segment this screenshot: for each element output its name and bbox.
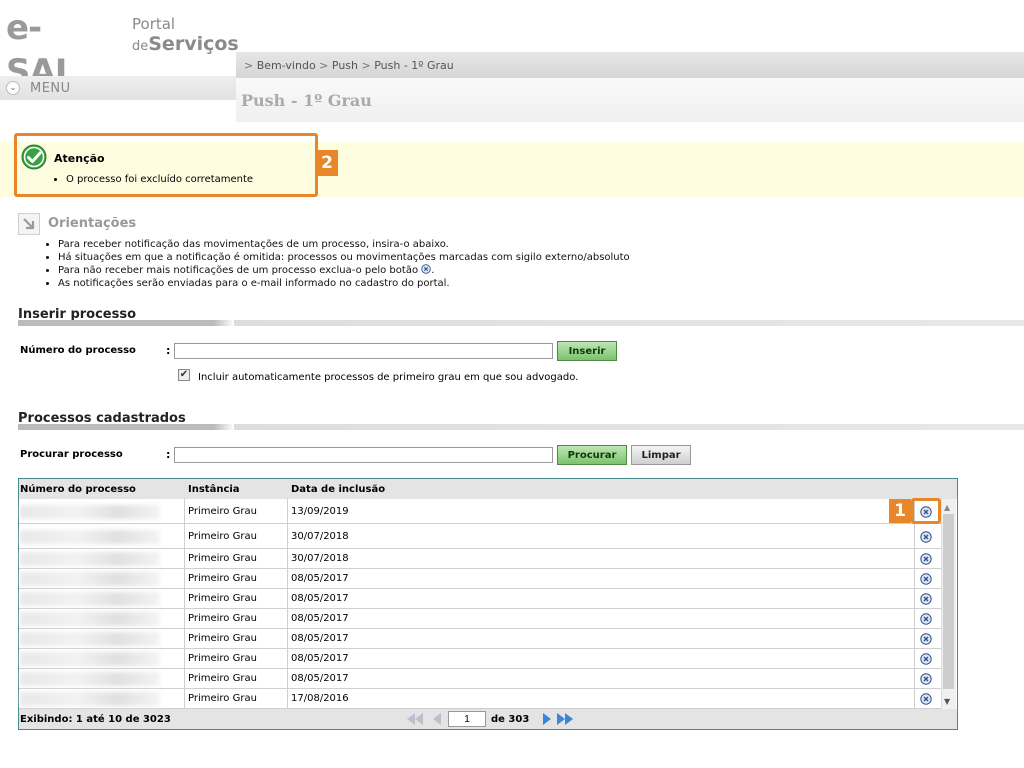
cell-instancia: Primeiro Grau <box>188 613 257 624</box>
orientacoes-item: As notificações serão enviadas para o e-… <box>58 277 630 290</box>
delete-x-icon[interactable] <box>920 653 932 665</box>
redacted-process-number[interactable] <box>20 572 160 586</box>
first-page-icon[interactable] <box>406 711 424 727</box>
callout-badge-2: 2 <box>316 150 338 176</box>
delete-x-icon[interactable] <box>920 673 932 685</box>
message-highlight-box <box>14 133 318 197</box>
message-title: Atenção <box>54 152 105 165</box>
cell-instancia: Primeiro Grau <box>188 505 257 517</box>
column-header-data[interactable]: Data de inclusão <box>291 484 385 495</box>
scroll-down-arrow-icon[interactable]: ▼ <box>944 697 950 706</box>
page-number-input[interactable] <box>448 711 486 727</box>
redacted-process-number[interactable] <box>20 692 160 706</box>
table-header <box>19 479 957 499</box>
cell-instancia: Primeiro Grau <box>188 653 257 664</box>
redacted-process-number[interactable] <box>20 652 160 666</box>
cell-data-inclusao: 30/07/2018 <box>291 553 349 564</box>
redacted-process-number[interactable] <box>20 529 160 544</box>
chevron-down-icon[interactable]: ⌄ <box>6 81 20 95</box>
redacted-process-number[interactable] <box>20 504 160 519</box>
breadcrumb-item-current: Push - 1º Grau <box>374 59 454 72</box>
cell-data-inclusao: 08/05/2017 <box>291 593 349 604</box>
delete-x-icon[interactable] <box>920 573 932 585</box>
cell-instancia: Primeiro Grau <box>188 693 257 704</box>
orientacoes-title: Orientações <box>48 216 137 231</box>
cell-instancia: Primeiro Grau <box>188 573 257 584</box>
scrollbar-thumb[interactable] <box>943 514 954 689</box>
scroll-up-arrow-icon[interactable]: ▲ <box>944 503 950 512</box>
page-title: Push - 1º Grau <box>241 91 372 110</box>
check-circle-icon <box>21 144 47 170</box>
redacted-process-number[interactable] <box>20 552 160 566</box>
procurar-processo-label: Procurar processo <box>20 449 123 460</box>
delete-x-icon[interactable] <box>920 693 932 705</box>
redacted-process-number[interactable] <box>20 592 160 606</box>
breadcrumb-item-push[interactable]: Push <box>332 59 358 72</box>
menu-button[interactable]: MENU <box>30 81 71 96</box>
orientacoes-item: Para receber notificação das movimentaçõ… <box>58 238 630 251</box>
cell-data-inclusao: 08/05/2017 <box>291 633 349 644</box>
breadcrumb: > Bem-vindo > Push > Push - 1º Grau <box>244 59 454 72</box>
cell-data-inclusao: 08/05/2017 <box>291 673 349 684</box>
column-divider <box>914 499 915 709</box>
next-page-icon[interactable] <box>538 711 556 727</box>
orientacoes-list: Para receber notificação das movimentaçõ… <box>46 238 630 290</box>
delete-highlight-box <box>911 498 941 524</box>
column-divider <box>287 499 288 709</box>
cell-instancia: Primeiro Grau <box>188 553 257 564</box>
limpar-button[interactable]: Limpar <box>631 445 691 465</box>
field-colon: : <box>166 344 171 357</box>
cell-data-inclusao: 08/05/2017 <box>291 573 349 584</box>
section-divider <box>18 424 1024 430</box>
section-divider <box>18 320 1024 326</box>
delete-x-icon <box>421 264 432 274</box>
message-list: O processo foi excluído corretamente <box>54 174 253 185</box>
auto-include-label: Incluir automaticamente processos de pri… <box>198 372 579 383</box>
procurar-button[interactable]: Procurar <box>557 445 627 465</box>
redacted-process-number[interactable] <box>20 632 160 646</box>
orientacoes-item: Há situações em que a notificação é omit… <box>58 251 630 264</box>
delete-x-icon[interactable] <box>920 530 932 543</box>
column-header-numero[interactable]: Número do processo <box>20 484 136 495</box>
cell-instancia: Primeiro Grau <box>188 633 257 644</box>
delete-x-icon[interactable] <box>920 633 932 645</box>
breadcrumb-item-bem-vindo[interactable]: Bem-vindo <box>257 59 316 72</box>
cell-instancia: Primeiro Grau <box>188 593 257 604</box>
cell-data-inclusao: 13/09/2019 <box>291 505 349 517</box>
redacted-process-number[interactable] <box>20 612 160 626</box>
numero-processo-input[interactable] <box>174 343 553 359</box>
message-item: O processo foi excluído corretamente <box>66 174 253 185</box>
cell-data-inclusao: 08/05/2017 <box>291 613 349 624</box>
cell-data-inclusao: 17/08/2016 <box>291 693 349 704</box>
column-divider <box>184 499 185 709</box>
prev-page-icon[interactable] <box>428 711 446 727</box>
delete-x-icon[interactable] <box>920 593 932 605</box>
cell-data-inclusao: 30/07/2018 <box>291 530 349 542</box>
delete-x-icon[interactable] <box>920 613 932 625</box>
redacted-process-number[interactable] <box>20 672 160 686</box>
logo-portal-text: Portal <box>132 15 176 33</box>
page-total: de 303 <box>491 714 530 725</box>
numero-processo-label: Número do processo <box>20 345 136 356</box>
arrow-down-right-icon <box>18 213 40 235</box>
field-colon: : <box>166 448 171 461</box>
procurar-processo-input[interactable] <box>174 447 553 463</box>
logo-servicos-text: deServiços <box>132 33 239 55</box>
last-page-icon[interactable] <box>556 711 574 727</box>
cell-data-inclusao: 08/05/2017 <box>291 653 349 664</box>
cell-instancia: Primeiro Grau <box>188 673 257 684</box>
orientacoes-item: Para não receber mais notificações de um… <box>58 264 630 277</box>
cell-instancia: Primeiro Grau <box>188 530 257 542</box>
showing-count: Exibindo: 1 até 10 de 3023 <box>20 714 171 725</box>
delete-x-icon[interactable] <box>920 553 932 565</box>
inserir-button[interactable]: Inserir <box>557 341 617 361</box>
column-header-instancia[interactable]: Instância <box>188 484 240 495</box>
auto-include-checkbox[interactable]: ✔ <box>178 369 190 381</box>
callout-badge-1: 1 <box>889 499 911 523</box>
